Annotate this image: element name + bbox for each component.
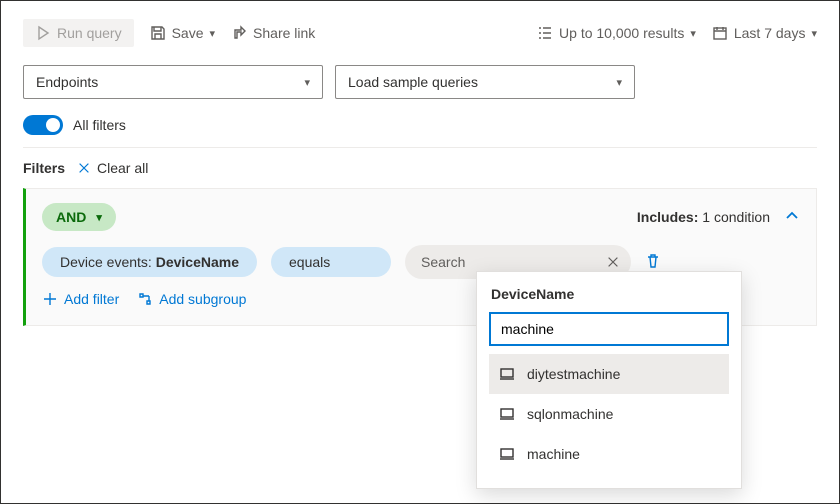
share-label: Share link [253, 25, 315, 41]
run-query-label: Run query [57, 25, 122, 41]
delete-condition-button[interactable] [645, 253, 661, 272]
save-label: Save [172, 25, 204, 41]
add-filter-label: Add filter [64, 291, 119, 307]
operator-label: AND [56, 209, 86, 225]
suggestion-option[interactable]: sqlonmachine [489, 394, 729, 434]
operator-chip-label: equals [289, 254, 330, 270]
suggestion-label: diytestmachine [527, 366, 620, 382]
filters-header: Filters Clear all [23, 148, 817, 188]
subgroup-icon [137, 291, 153, 307]
add-subgroup-button[interactable]: Add subgroup [137, 291, 246, 307]
field-chip-name: DeviceName [156, 254, 239, 270]
field-chip-prefix: Device events: [60, 254, 156, 270]
operator-pill[interactable]: AND ▾ [42, 203, 116, 231]
results-limit-button[interactable]: Up to 10,000 results ▾ [537, 25, 696, 41]
clear-all-button[interactable]: Clear all [77, 160, 148, 176]
run-query-button[interactable]: Run query [23, 19, 134, 47]
clear-all-label: Clear all [97, 160, 148, 176]
chevron-up-icon [784, 208, 800, 224]
add-subgroup-label: Add subgroup [159, 291, 246, 307]
includes-value: 1 condition [702, 209, 770, 225]
chevron-down-icon: ▾ [616, 76, 622, 89]
chevron-down-icon: ▾ [210, 27, 216, 40]
toolbar: Run query Save ▾ Share link Up to 10,000… [23, 17, 817, 49]
sample-queries-select[interactable]: Load sample queries ▾ [335, 65, 635, 99]
device-icon [499, 366, 515, 382]
popover-search-input[interactable] [489, 312, 729, 346]
save-button[interactable]: Save ▾ [150, 25, 215, 41]
suggestion-label: machine [527, 446, 580, 462]
close-icon [606, 255, 620, 269]
sample-label: Load sample queries [348, 74, 478, 90]
endpoints-select[interactable]: Endpoints ▾ [23, 65, 323, 99]
suggestion-option[interactable]: diytestmachine [489, 354, 729, 394]
field-chip[interactable]: Device events: DeviceName [42, 247, 257, 277]
chevron-down-icon: ▾ [304, 76, 310, 89]
endpoints-label: Endpoints [36, 74, 98, 90]
suggestion-option[interactable]: machine [489, 434, 729, 474]
results-limit-label: Up to 10,000 results [559, 25, 684, 41]
share-link-button[interactable]: Share link [231, 25, 315, 41]
close-icon [77, 161, 91, 175]
calendar-icon [712, 25, 728, 41]
selects-row: Endpoints ▾ Load sample queries ▾ [23, 65, 817, 99]
value-suggest-popover: DeviceName diytestmachine sqlonmachine m… [476, 271, 742, 489]
save-icon [150, 25, 166, 41]
chevron-down-icon: ▾ [96, 211, 102, 224]
chevron-down-icon: ▾ [690, 27, 696, 40]
operator-chip[interactable]: equals [271, 247, 391, 277]
time-range-label: Last 7 days [734, 25, 806, 41]
popover-title: DeviceName [489, 286, 729, 302]
list-icon [537, 25, 553, 41]
all-filters-row: All filters [23, 115, 817, 148]
device-icon [499, 406, 515, 422]
time-range-button[interactable]: Last 7 days ▾ [712, 25, 817, 41]
suggestion-label: sqlonmachine [527, 406, 613, 422]
all-filters-toggle[interactable] [23, 115, 63, 135]
value-search-placeholder: Search [421, 254, 601, 270]
collapse-button[interactable] [784, 208, 800, 227]
trash-icon [645, 253, 661, 269]
plus-icon [42, 291, 58, 307]
add-filter-button[interactable]: Add filter [42, 291, 119, 307]
share-icon [231, 25, 247, 41]
chevron-down-icon: ▾ [811, 27, 817, 40]
device-icon [499, 446, 515, 462]
filters-title: Filters [23, 160, 65, 176]
includes-label: Includes: [637, 209, 698, 225]
all-filters-label: All filters [73, 117, 126, 133]
play-icon [35, 25, 51, 41]
